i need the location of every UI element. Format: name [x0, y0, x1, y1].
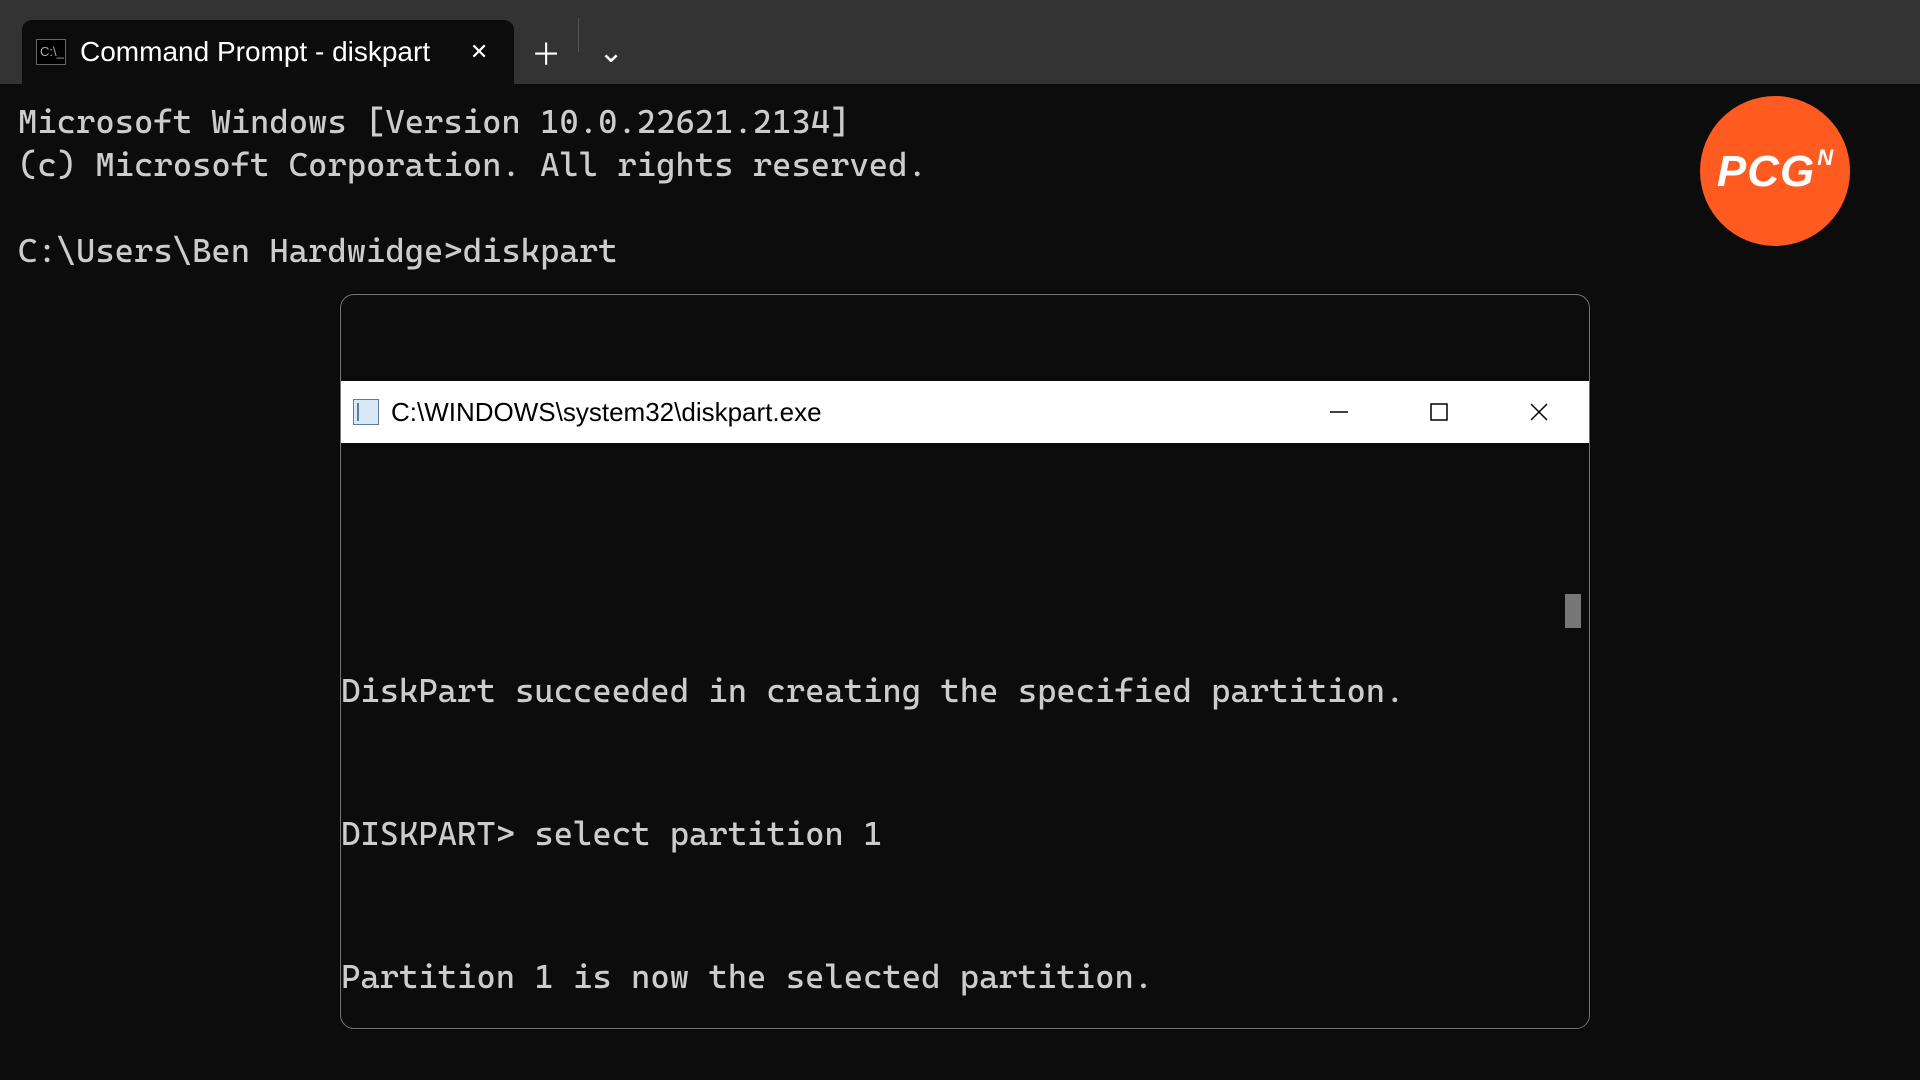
diskpart-window[interactable]: C:\WINDOWS\system32\diskpart.exe DiskPar… — [340, 294, 1590, 1029]
new-tab-button[interactable]: ＋ — [514, 20, 578, 84]
diskpart-titlebar[interactable]: C:\WINDOWS\system32\diskpart.exe — [341, 381, 1589, 443]
close-button[interactable] — [1489, 381, 1589, 443]
term-line: C:\Users\Ben Hardwidge>diskpart — [18, 231, 617, 270]
diskpart-scrollbar[interactable] — [1553, 572, 1589, 1029]
terminal-tab-active[interactable]: C:\_ Command Prompt - diskpart ✕ — [22, 20, 514, 84]
console-icon — [353, 399, 379, 425]
pcgn-badge: PCGN — [1700, 96, 1850, 246]
close-icon — [1528, 401, 1550, 423]
scrollbar-thumb[interactable] — [1565, 594, 1581, 628]
minimize-button[interactable] — [1289, 381, 1389, 443]
badge-text-sup: N — [1817, 136, 1833, 179]
term-line: Microsoft Windows [Version 10.0.22621.21… — [18, 102, 849, 141]
badge-text-main: PCG — [1717, 150, 1815, 193]
tab-close-button[interactable]: ✕ — [462, 35, 496, 69]
diskpart-line: DISKPART> select partition 1 — [341, 817, 1589, 850]
tab-dropdown-button[interactable]: ⌄ — [579, 20, 643, 84]
maximize-button[interactable] — [1389, 381, 1489, 443]
terminal-tabbar: C:\_ Command Prompt - diskpart ✕ ＋ ⌄ — [0, 0, 1920, 84]
minimize-icon — [1328, 401, 1350, 423]
terminal-output[interactable]: Microsoft Windows [Version 10.0.22621.21… — [0, 84, 1920, 1080]
tab-title: Command Prompt - diskpart — [80, 36, 430, 68]
diskpart-output[interactable]: DiskPart succeeded in creating the speci… — [341, 572, 1589, 1029]
maximize-icon — [1429, 402, 1449, 422]
diskpart-line: DiskPart succeeded in creating the speci… — [341, 674, 1589, 707]
cmd-icon: C:\_ — [36, 39, 66, 65]
diskpart-line: Partition 1 is now the selected partitio… — [341, 960, 1589, 993]
term-line: (c) Microsoft Corporation. All rights re… — [18, 145, 927, 184]
diskpart-window-title: C:\WINDOWS\system32\diskpart.exe — [391, 391, 822, 434]
